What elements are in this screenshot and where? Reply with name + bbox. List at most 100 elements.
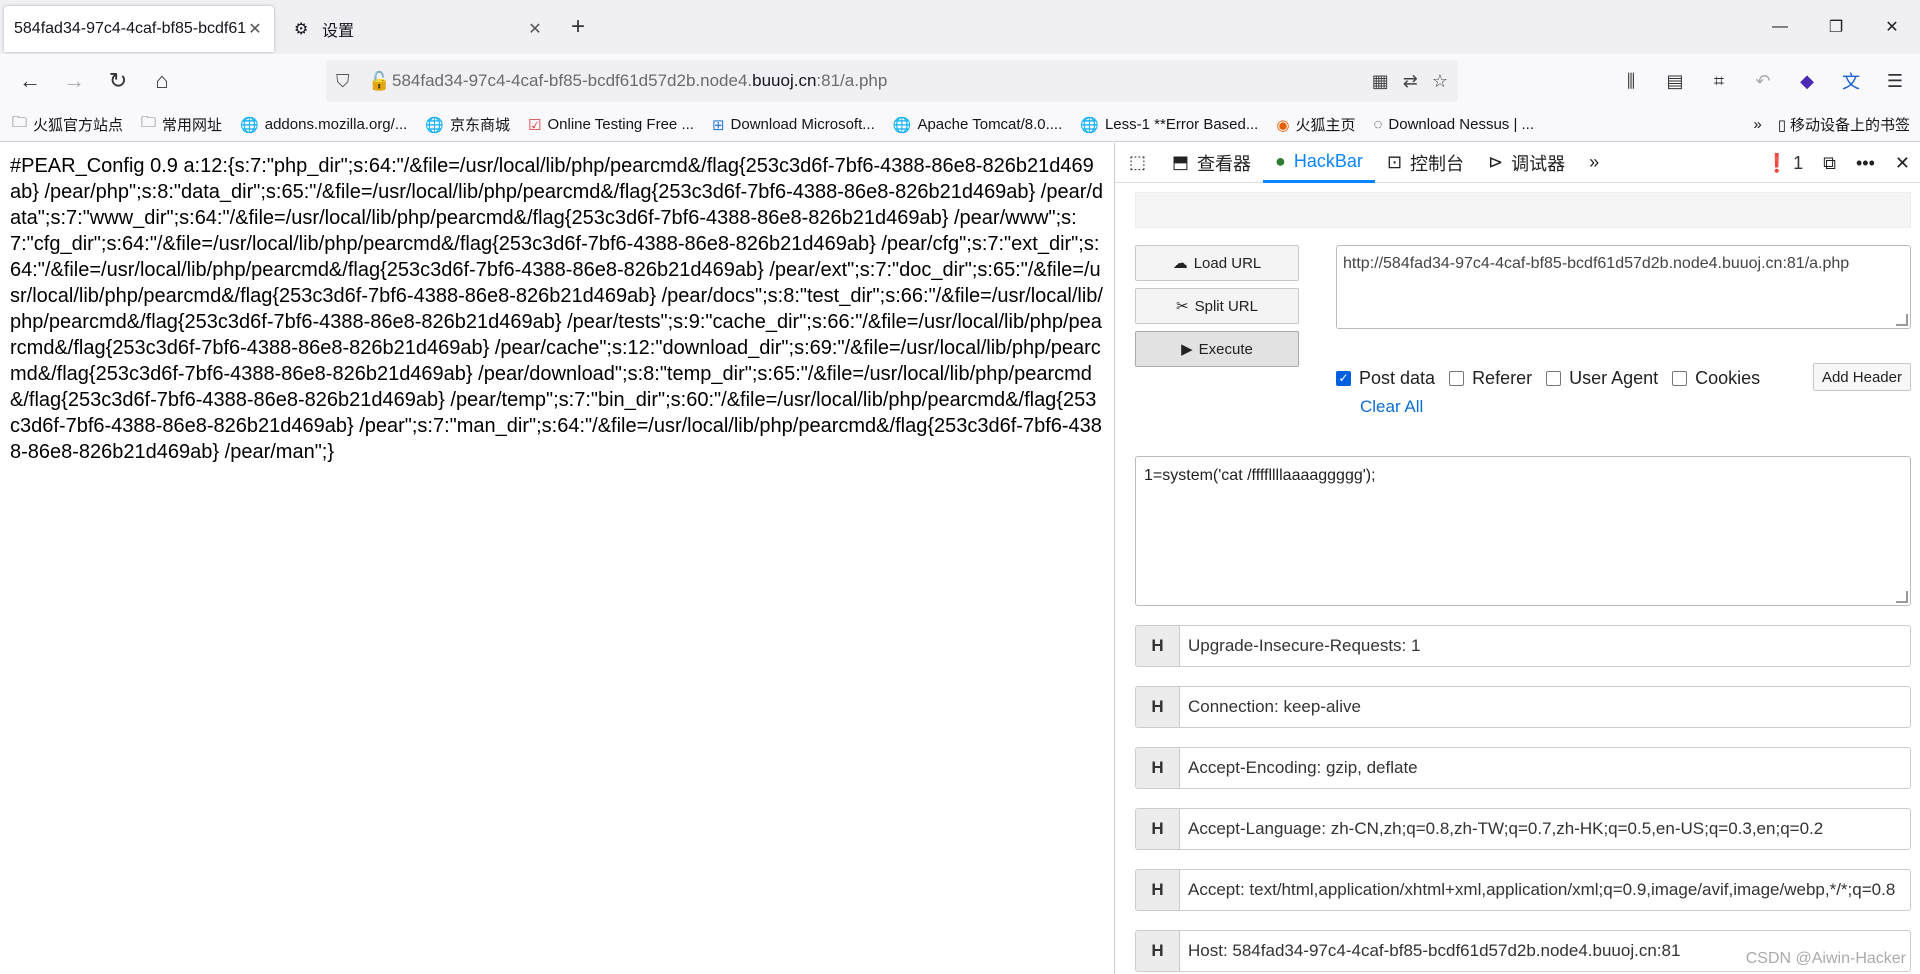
header-row: H Accept: text/html,application/xhtml+xm…: [1135, 869, 1911, 911]
globe-icon: 🌐: [1080, 116, 1099, 134]
header-value-input[interactable]: Connection: keep-alive: [1180, 697, 1361, 717]
bookmark-item[interactable]: 🌐 Less-1 **Error Based...: [1080, 116, 1258, 134]
split-url-button[interactable]: ✂ Split URL: [1135, 288, 1299, 324]
close-devtools-icon[interactable]: ✕: [1895, 153, 1910, 174]
tab-settings[interactable]: ⚙ 设置 ✕: [284, 6, 554, 52]
checkbox[interactable]: [1449, 370, 1465, 386]
header-toggle-button[interactable]: H: [1136, 931, 1180, 971]
back-button[interactable]: ←: [8, 59, 52, 103]
header-value-input[interactable]: Accept: text/html,application/xhtml+xml,…: [1180, 880, 1895, 900]
qr-code-icon[interactable]: ▦: [1372, 71, 1389, 92]
user-agent-option[interactable]: User Agent: [1546, 368, 1658, 389]
hackbar-options: ✓ Post data Referer User Agent Cookies Ad…: [1336, 363, 1911, 393]
forward-button[interactable]: →: [52, 59, 96, 103]
tab-hackbar[interactable]: ● HackBar: [1263, 143, 1375, 183]
header-toggle-button[interactable]: H: [1136, 870, 1180, 910]
library-icon[interactable]: ⫼: [1616, 71, 1646, 92]
bookmark-item[interactable]: 🗀 常用网址: [141, 112, 222, 137]
header-value-input[interactable]: Accept-Language: zh-CN,zh;q=0.8,zh-TW;q=…: [1180, 819, 1823, 839]
error-badge[interactable]: ❗ 1: [1766, 153, 1803, 174]
bookmark-item[interactable]: 🗀 火狐官方站点: [12, 112, 123, 137]
star-icon[interactable]: ☆: [1432, 71, 1448, 92]
translate-icon[interactable]: ⇄: [1403, 71, 1418, 92]
dock-icon[interactable]: ⧉: [1823, 153, 1836, 174]
post-data-option[interactable]: ✓ Post data: [1336, 368, 1435, 389]
shield-icon[interactable]: ⛉: [336, 71, 350, 92]
insecure-lock-icon[interactable]: 🔓: [368, 71, 390, 92]
minimize-button[interactable]: —: [1752, 0, 1808, 54]
checkbox[interactable]: [1546, 370, 1562, 386]
error-count: 1: [1793, 152, 1804, 173]
post-body-textarea[interactable]: 1=system('cat /ffffllllaaaaggggg');: [1135, 456, 1911, 606]
chevron-right-icon[interactable]: »: [1753, 116, 1761, 133]
header-toggle-button[interactable]: H: [1136, 626, 1180, 666]
bookmark-label: Apache Tomcat/8.0....: [917, 116, 1063, 133]
resize-handle[interactable]: [1896, 591, 1908, 603]
devtools-toolbar: ⬚ ⬒ 查看器 ● HackBar ⊡ 控制台 ⊳ 调试器 » ❗ 1 ⧉ ••• ✕: [1115, 143, 1920, 183]
translate-extension-icon[interactable]: 文: [1836, 68, 1866, 94]
tab-label: 调试器: [1511, 153, 1566, 174]
header-value-input[interactable]: Upgrade-Insecure-Requests: 1: [1180, 636, 1420, 656]
bookmark-item[interactable]: 🌐 京东商城: [425, 114, 510, 135]
checkbox[interactable]: [1672, 370, 1688, 386]
bookmark-label: 火狐主页: [1295, 117, 1356, 134]
home-button[interactable]: ⌂: [140, 59, 184, 103]
header-toggle-button[interactable]: H: [1136, 687, 1180, 727]
close-icon[interactable]: ✕: [526, 19, 544, 39]
firefox-icon: ◉: [1276, 116, 1290, 134]
add-header-button[interactable]: Add Header: [1812, 363, 1911, 391]
globe-icon: 🌐: [240, 116, 259, 134]
crop-icon[interactable]: ⌗: [1704, 71, 1734, 92]
load-url-button[interactable]: ☁ Load URL: [1135, 245, 1299, 281]
url-actions: ▦ ⇄ ☆: [1372, 71, 1448, 92]
tab-inspector[interactable]: ⬒ 查看器: [1160, 143, 1263, 183]
referer-option[interactable]: Referer: [1449, 368, 1532, 389]
execute-button[interactable]: ▶ Execute: [1135, 331, 1299, 367]
header-value-input[interactable]: Accept-Encoding: gzip, deflate: [1180, 758, 1418, 778]
scissors-icon: ✂: [1176, 298, 1189, 315]
window-controls: — ❐ ✕: [1752, 0, 1920, 54]
nav-bar: ← → ↻ ⌂ ⛉ 🔓 584fad34-97c4-4caf-bf85-bcdf…: [0, 54, 1920, 108]
extension-icon[interactable]: ◆: [1792, 71, 1822, 92]
console-icon: ⊡: [1386, 152, 1403, 172]
tab-label: 查看器: [1197, 153, 1252, 174]
new-tab-button[interactable]: +: [560, 13, 596, 41]
tab-console[interactable]: ⊡ 控制台: [1375, 143, 1476, 183]
reload-button[interactable]: ↻: [96, 59, 140, 103]
menu-icon[interactable]: ☰: [1880, 71, 1910, 92]
clear-all-link[interactable]: Clear All: [1360, 397, 1423, 417]
bookmark-item[interactable]: ◌ Download Nessus | ...: [1373, 116, 1534, 133]
element-picker-icon[interactable]: ⬚: [1115, 143, 1160, 183]
hackbar-icon: ●: [1275, 150, 1286, 171]
more-options-icon[interactable]: •••: [1856, 153, 1875, 174]
bookmark-label: Download Nessus | ...: [1388, 116, 1535, 133]
check-icon: ☑: [528, 116, 542, 134]
tab-label: 控制台: [1410, 153, 1465, 174]
bookmark-item[interactable]: 🌐 Apache Tomcat/8.0....: [893, 116, 1063, 134]
bookmarks-bar: 🗀 火狐官方站点 🗀 常用网址 🌐 addons.mozilla.org/... 🌐 京…: [0, 108, 1920, 142]
devtools-actions: ❗ 1 ⧉ ••• ✕: [1766, 143, 1910, 183]
bookmark-item[interactable]: 🌐 addons.mozilla.org/...: [240, 116, 407, 134]
close-window-button[interactable]: ✕: [1864, 0, 1920, 54]
url-textarea[interactable]: http://584fad34-97c4-4caf-bf85-bcdf61d57…: [1336, 245, 1911, 329]
sidebar-icon[interactable]: ▤: [1660, 71, 1690, 92]
tab-debugger[interactable]: ⊳ 调试器: [1476, 143, 1577, 183]
restore-button[interactable]: ❐: [1808, 0, 1864, 54]
header-row: H Connection: keep-alive: [1135, 686, 1911, 728]
cookies-option[interactable]: Cookies: [1672, 368, 1760, 389]
close-icon[interactable]: ✕: [246, 19, 264, 39]
resize-handle[interactable]: [1896, 314, 1908, 326]
undo-icon[interactable]: ↶: [1748, 71, 1778, 92]
tab-active[interactable]: 584fad34-97c4-4caf-bf85-bcdf61 ✕: [4, 6, 274, 52]
tab-strip: 584fad34-97c4-4caf-bf85-bcdf61 ✕ ⚙ 设置 ✕ …: [0, 0, 1920, 54]
header-toggle-button[interactable]: H: [1136, 809, 1180, 849]
bookmark-item[interactable]: ☑ Online Testing Free ...: [528, 116, 694, 134]
mobile-bookmarks[interactable]: ▯ 移动设备上的书签: [1778, 114, 1910, 135]
more-tabs-icon[interactable]: »: [1577, 143, 1611, 183]
checkbox-checked[interactable]: ✓: [1336, 370, 1351, 386]
bookmark-item[interactable]: ⊞ Download Microsoft...: [712, 116, 875, 134]
url-bar[interactable]: ⛉ 🔓 584fad34-97c4-4caf-bf85-bcdf61d57d2b…: [326, 60, 1458, 102]
bookmark-item[interactable]: ◉ 火狐主页: [1276, 114, 1355, 135]
header-value-input[interactable]: Host: 584fad34-97c4-4caf-bf85-bcdf61d57d…: [1180, 941, 1680, 961]
header-toggle-button[interactable]: H: [1136, 748, 1180, 788]
